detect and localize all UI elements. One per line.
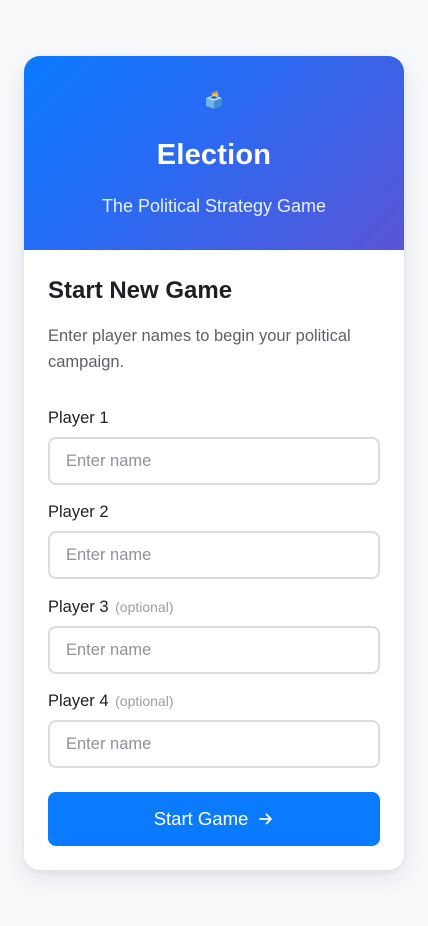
player-4-label-text: Player 4 (48, 692, 109, 710)
player-3-name-input[interactable] (48, 626, 380, 674)
app-header: Election The Political Strategy Game (24, 56, 404, 250)
start-game-label: Start Game (153, 808, 249, 829)
form-intro: Enter player names to begin your politic… (48, 327, 351, 371)
app-title: Election (156, 139, 272, 171)
player-1-label-text: Player 1 (48, 409, 109, 427)
player-1-name-input[interactable] (48, 437, 380, 485)
player-4-label: Player 4 (optional) (48, 690, 174, 712)
start-game-button[interactable]: Start Game (48, 792, 380, 846)
new-game-card: Election The Political Strategy Game Sta… (24, 56, 404, 870)
player-2-name-input[interactable] (48, 531, 380, 579)
player-1-label: Player 1 (48, 407, 111, 429)
ballot-box-icon (206, 91, 222, 109)
player-4-optional-note: (optional) (115, 693, 174, 709)
app-subtitle: The Political Strategy Game (101, 196, 327, 216)
player-3-label-text: Player 3 (48, 598, 109, 616)
player-2-label-text: Player 2 (48, 503, 109, 521)
arrow-right-icon (259, 813, 273, 825)
player-4-name-input[interactable] (48, 720, 380, 768)
player-2-label: Player 2 (48, 501, 111, 523)
form-title: Start New Game (48, 277, 233, 304)
player-3-optional-note: (optional) (115, 599, 174, 615)
player-3-label: Player 3 (optional) (48, 596, 174, 618)
